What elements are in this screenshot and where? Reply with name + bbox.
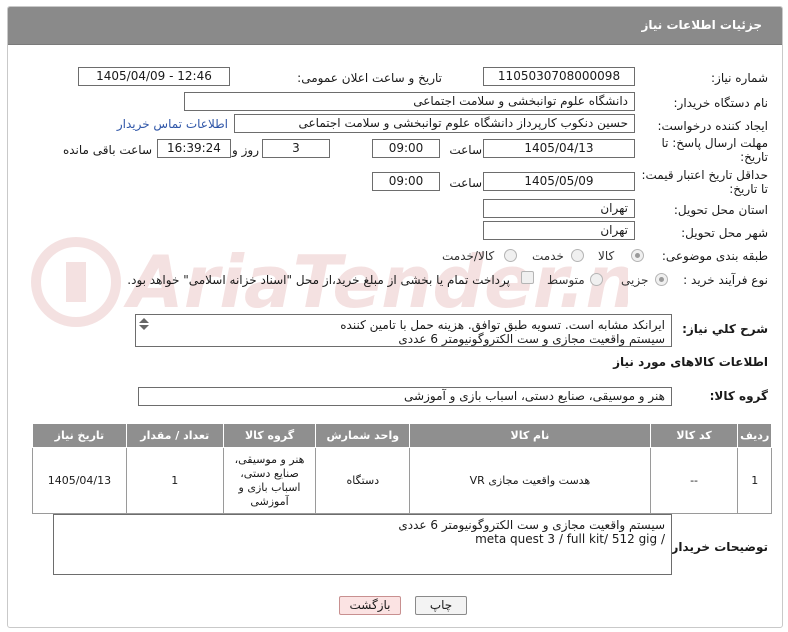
panel-header: جزئیات اطلاعات نیاز [8,7,782,45]
buyer-notes-textarea[interactable]: سیستم واقعیت مجازی و ست الکتروگونیومتر 6… [53,514,672,575]
cell-row: 1 [737,447,772,514]
back-button[interactable]: بازگشت [339,596,401,615]
cell-code: -- [649,447,739,514]
province-label: استان محل تحویل: [673,203,768,217]
deadline-label: مهلت ارسال پاسخ: تا [661,136,768,150]
buyer-notes-label: توضیحات خریدار: [666,540,768,554]
cell-qty: 1 [125,447,224,514]
creator-label: ایجاد کننده درخواست: [657,119,768,133]
buyer-org-field: دانشگاه علوم توانبخشی و سلامت اجتماعی [184,92,635,111]
table-header-row: ردیف کد کالا نام کالا واحد شمارش گروه کا… [32,423,772,448]
cell-name: هدست واقعیت مجازی VR [409,447,651,514]
deadline-label-2: تاریخ: [740,150,768,164]
buyer-org-label: نام دستگاه خریدار: [673,96,769,110]
col-group: گروه کالا [222,423,317,448]
creator-field: حسین دنکوب کارپرداز دانشگاه علوم توانبخش… [234,114,635,133]
treasury-payment-checkbox[interactable] [521,271,534,284]
buyer-notes-line-1: سیستم واقعیت مجازی و ست الکتروگونیومتر 6… [398,518,665,532]
cell-unit: دستگاه [315,447,411,514]
scroll-down-icon[interactable] [139,325,149,330]
category-label: طبقه بندی موضوعی: [661,249,768,263]
process-radio-medium[interactable] [590,273,603,286]
price-valid-label-2: تا تاریخ: [729,182,768,196]
panel-title: جزئیات اطلاعات نیاز [641,18,762,32]
process-option-medium: متوسط [547,273,585,287]
category-radio-goods[interactable] [631,249,644,262]
price-valid-time-label: ساعت [449,176,482,190]
need-number-field: 1105030708000098 [483,67,635,86]
description-line-2: سیستم واقعیت مجازی و ست الکتروگونیومتر 6… [398,332,665,346]
category-radio-service[interactable] [571,249,584,262]
category-option-service: خدمت [532,249,564,263]
print-button[interactable]: چاپ [415,596,467,615]
days-count-field: 3 [262,139,330,158]
description-label: شرح کلي نياز: [682,322,768,336]
col-qty: تعداد / مقدار [125,423,224,448]
price-valid-time-field: 09:00 [372,172,440,191]
category-option-both: کالا/خدمت [442,249,495,263]
deadline-date-field: 1405/04/13 [483,139,635,158]
cell-group: هنر و موسیقی، صنایع دستی، اسباب بازی و آ… [222,447,317,514]
description-line-1: ایرانکد مشابه است. تسویه طبق توافق. هزین… [340,318,665,332]
deadline-time-field: 09:00 [372,139,440,158]
goods-group-field: هنر و موسیقی، صنایع دستی، اسباب بازی و آ… [138,387,672,406]
cell-date: 1405/04/13 [32,447,127,514]
price-valid-date-field: 1405/05/09 [483,172,635,191]
goods-group-label: گروه کالا: [709,389,768,403]
price-valid-label: حداقل تاریخ اعتبار قیمت: [641,168,768,182]
col-date: تاریخ نیاز [32,423,127,448]
deadline-time-label: ساعت [449,143,482,157]
col-name: نام کالا [409,423,651,448]
category-option-goods: کالا [598,249,615,263]
city-label: شهر محل تحویل: [681,226,768,240]
description-textarea[interactable]: ایرانکد مشابه است. تسویه طبق توافق. هزین… [135,314,672,347]
remaining-time-field: 16:39:24 [157,139,231,158]
table-row: 1 -- هدست واقعیت مجازی VR دستگاه هنر و م… [32,447,772,514]
remaining-label: ساعت باقی مانده [62,143,152,157]
need-number-label: شماره نیاز: [711,71,768,85]
treasury-payment-note: پرداخت تمام یا بخشی از مبلغ خرید،از محل … [127,273,510,287]
buyer-notes-line-2: meta quest 3 / full kit/ 512 gig / [475,532,665,546]
category-radio-both[interactable] [504,249,517,262]
col-code: کد کالا [649,423,739,448]
items-table: ردیف کد کالا نام کالا واحد شمارش گروه کا… [32,423,772,514]
process-option-minor: جزیی [621,273,649,287]
process-radio-minor[interactable] [655,273,668,286]
scroll-up-icon[interactable] [139,318,149,323]
announce-label: تاریخ و ساعت اعلان عمومی: [297,71,442,85]
announce-field: 1405/04/09 - 12:46 [78,67,230,86]
buyer-contact-link[interactable]: اطلاعات تماس خریدار [117,117,228,131]
goods-info-title: اطلاعات کالاهای مورد نیاز [613,355,768,369]
col-row: ردیف [737,423,772,448]
col-unit: واحد شمارش [315,423,411,448]
days-label: روز و [232,143,259,157]
process-label: نوع فرآیند خرید : [683,273,768,287]
description-scroll-arrows[interactable] [138,316,150,330]
city-field: تهران [483,221,635,240]
province-field: تهران [483,199,635,218]
